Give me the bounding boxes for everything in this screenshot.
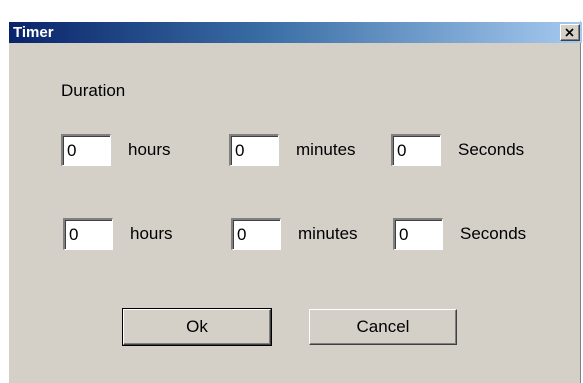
row1-minutes-label: minutes xyxy=(296,140,356,159)
window-title: Timer xyxy=(13,24,54,41)
row1-seconds-label: Seconds xyxy=(458,140,525,159)
title-bar[interactable]: Timer xyxy=(9,22,582,43)
ok-button[interactable]: Ok xyxy=(122,308,272,346)
row2-hours-label: hours xyxy=(130,224,173,243)
close-button[interactable] xyxy=(560,24,580,41)
cancel-button[interactable]: Cancel xyxy=(309,309,457,345)
row1-hours-input[interactable] xyxy=(61,134,111,166)
row2-minutes-label: minutes xyxy=(298,224,358,243)
row2-hours-input[interactable] xyxy=(63,218,113,250)
row1-seconds-input[interactable] xyxy=(391,134,441,166)
duration-label: Duration xyxy=(61,81,126,100)
row2-minutes-input[interactable] xyxy=(231,218,281,250)
timer-dialog: Timer Duration hours minutes Seconds hou… xyxy=(8,21,582,383)
row1-minutes-input[interactable] xyxy=(229,134,279,166)
row2-seconds-input[interactable] xyxy=(393,218,443,250)
close-icon xyxy=(565,28,574,37)
row2-seconds-label: Seconds xyxy=(460,224,527,243)
row1-hours-label: hours xyxy=(128,140,171,159)
